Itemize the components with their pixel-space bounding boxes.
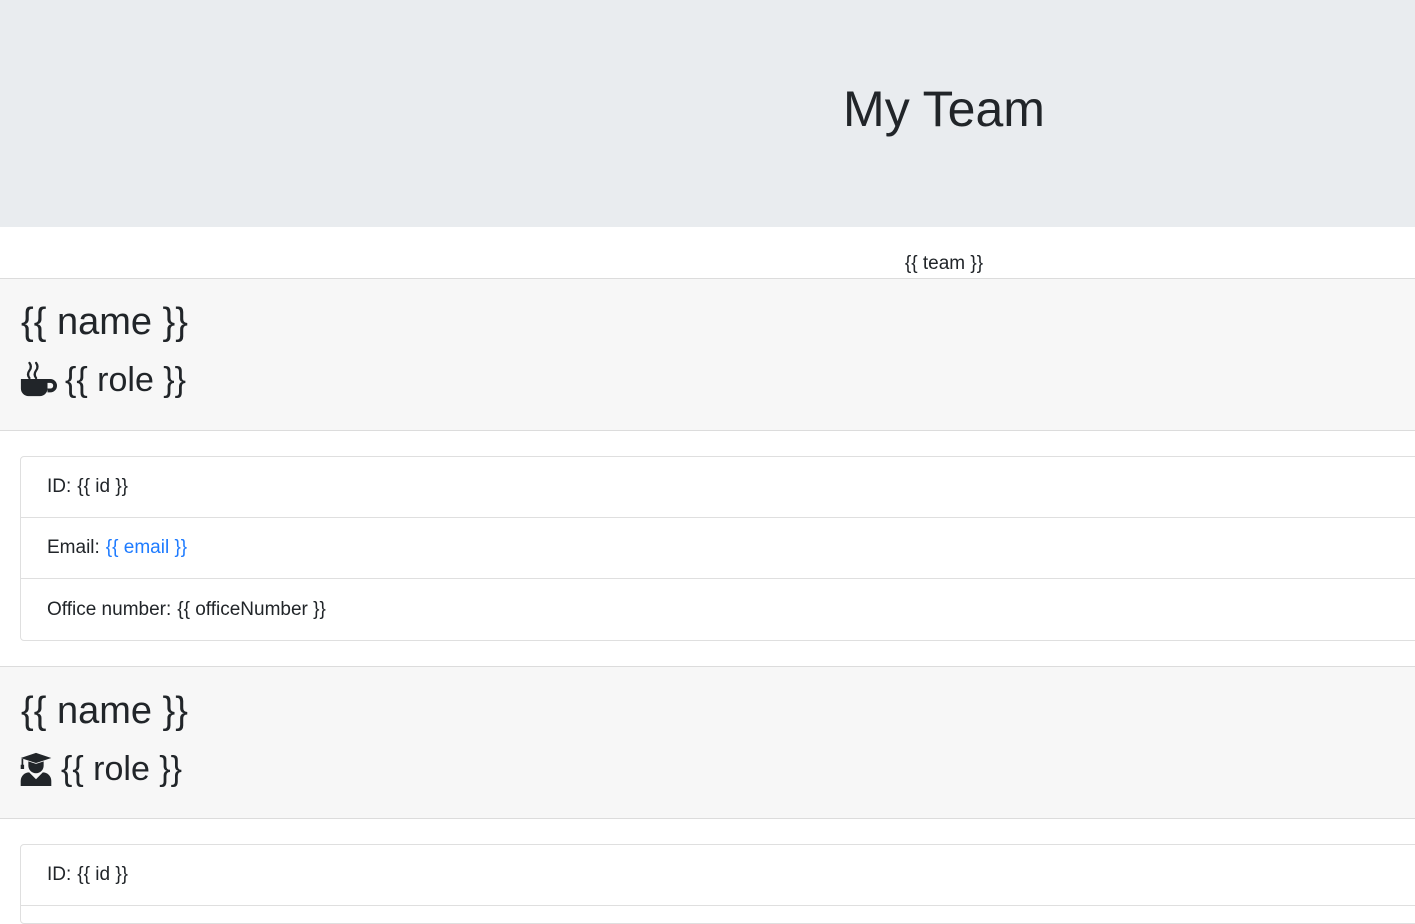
employee-card-header: {{ name }} {{ role }}	[0, 666, 1415, 819]
employee-office-row: Office number: {{ officeNumber }}	[21, 579, 1415, 640]
employee-role: {{ role }}	[19, 748, 182, 790]
graduate-icon	[20, 752, 52, 786]
email-link[interactable]: {{ email }}	[106, 537, 187, 559]
team-placeholder: {{ team }}	[904, 253, 984, 274]
page-title: My Team	[843, 81, 1045, 137]
employee-id-row: ID: {{ id }}	[21, 457, 1415, 518]
employee-role-label: {{ role }}	[61, 750, 183, 788]
id-value: {{ id }}	[77, 864, 129, 885]
employee-details: ID: {{ id }}	[20, 844, 1415, 924]
email-label: Email:	[47, 537, 100, 558]
employee-row-partial	[21, 906, 1415, 923]
employee-role-label: {{ role }}	[65, 361, 187, 399]
employee-role: {{ role }}	[19, 359, 186, 401]
employee-email-row: Email: {{ email }}	[21, 518, 1415, 579]
employee-name: {{ name }}	[21, 690, 188, 732]
office-label: Office number:	[47, 598, 172, 620]
employee-card-header: {{ name }} {{ role }}	[0, 278, 1415, 431]
employee-name: {{ name }}	[21, 301, 188, 343]
page-header: My Team	[0, 0, 1415, 227]
id-label: ID:	[47, 864, 72, 885]
employee-details: ID: {{ id }} Email: {{ email }} Office n…	[20, 456, 1415, 641]
employee-id-row: ID: {{ id }}	[21, 845, 1415, 906]
coffee-icon	[20, 361, 57, 397]
office-value: {{ officeNumber }}	[177, 598, 326, 620]
id-label: ID:	[47, 476, 72, 497]
id-value: {{ id }}	[77, 476, 129, 497]
